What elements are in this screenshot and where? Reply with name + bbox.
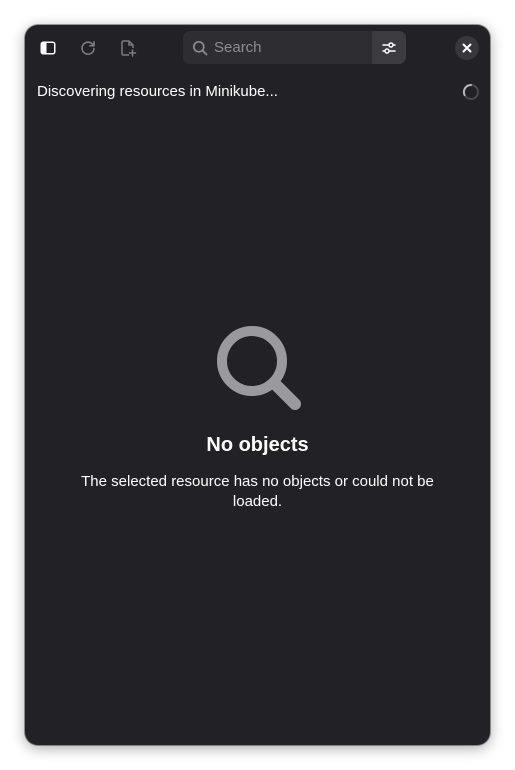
close-button[interactable] <box>455 36 479 60</box>
status-row: Discovering resources in Minikube... <box>37 81 480 103</box>
document-new-icon <box>121 40 137 57</box>
reload-icon <box>81 41 95 55</box>
search-input[interactable] <box>214 31 369 64</box>
app-window: Discovering resources in Minikube... No … <box>25 25 490 745</box>
filter-sliders-icon <box>382 41 396 54</box>
sidebar-show-icon <box>40 41 56 55</box>
headerbar <box>25 25 490 71</box>
empty-state-description: The selected resource has no objects or … <box>81 473 434 510</box>
search-icon <box>192 40 208 56</box>
empty-state-title: No objects <box>206 434 309 456</box>
filter-button[interactable] <box>372 31 406 64</box>
discovery-status-text: Discovering resources in Minikube... <box>37 83 278 100</box>
search-entry[interactable] <box>183 31 406 64</box>
new-resource-button[interactable] <box>115 35 141 61</box>
loading-spinner-icon <box>462 83 479 100</box>
sidebar-toggle-button[interactable] <box>35 35 61 61</box>
search-icon <box>216 326 301 410</box>
desktop: Discovering resources in Minikube... No … <box>0 0 515 770</box>
empty-state: No objects The selected resource has no … <box>25 321 490 512</box>
window-close-icon <box>462 43 472 53</box>
reload-button[interactable] <box>75 35 101 61</box>
